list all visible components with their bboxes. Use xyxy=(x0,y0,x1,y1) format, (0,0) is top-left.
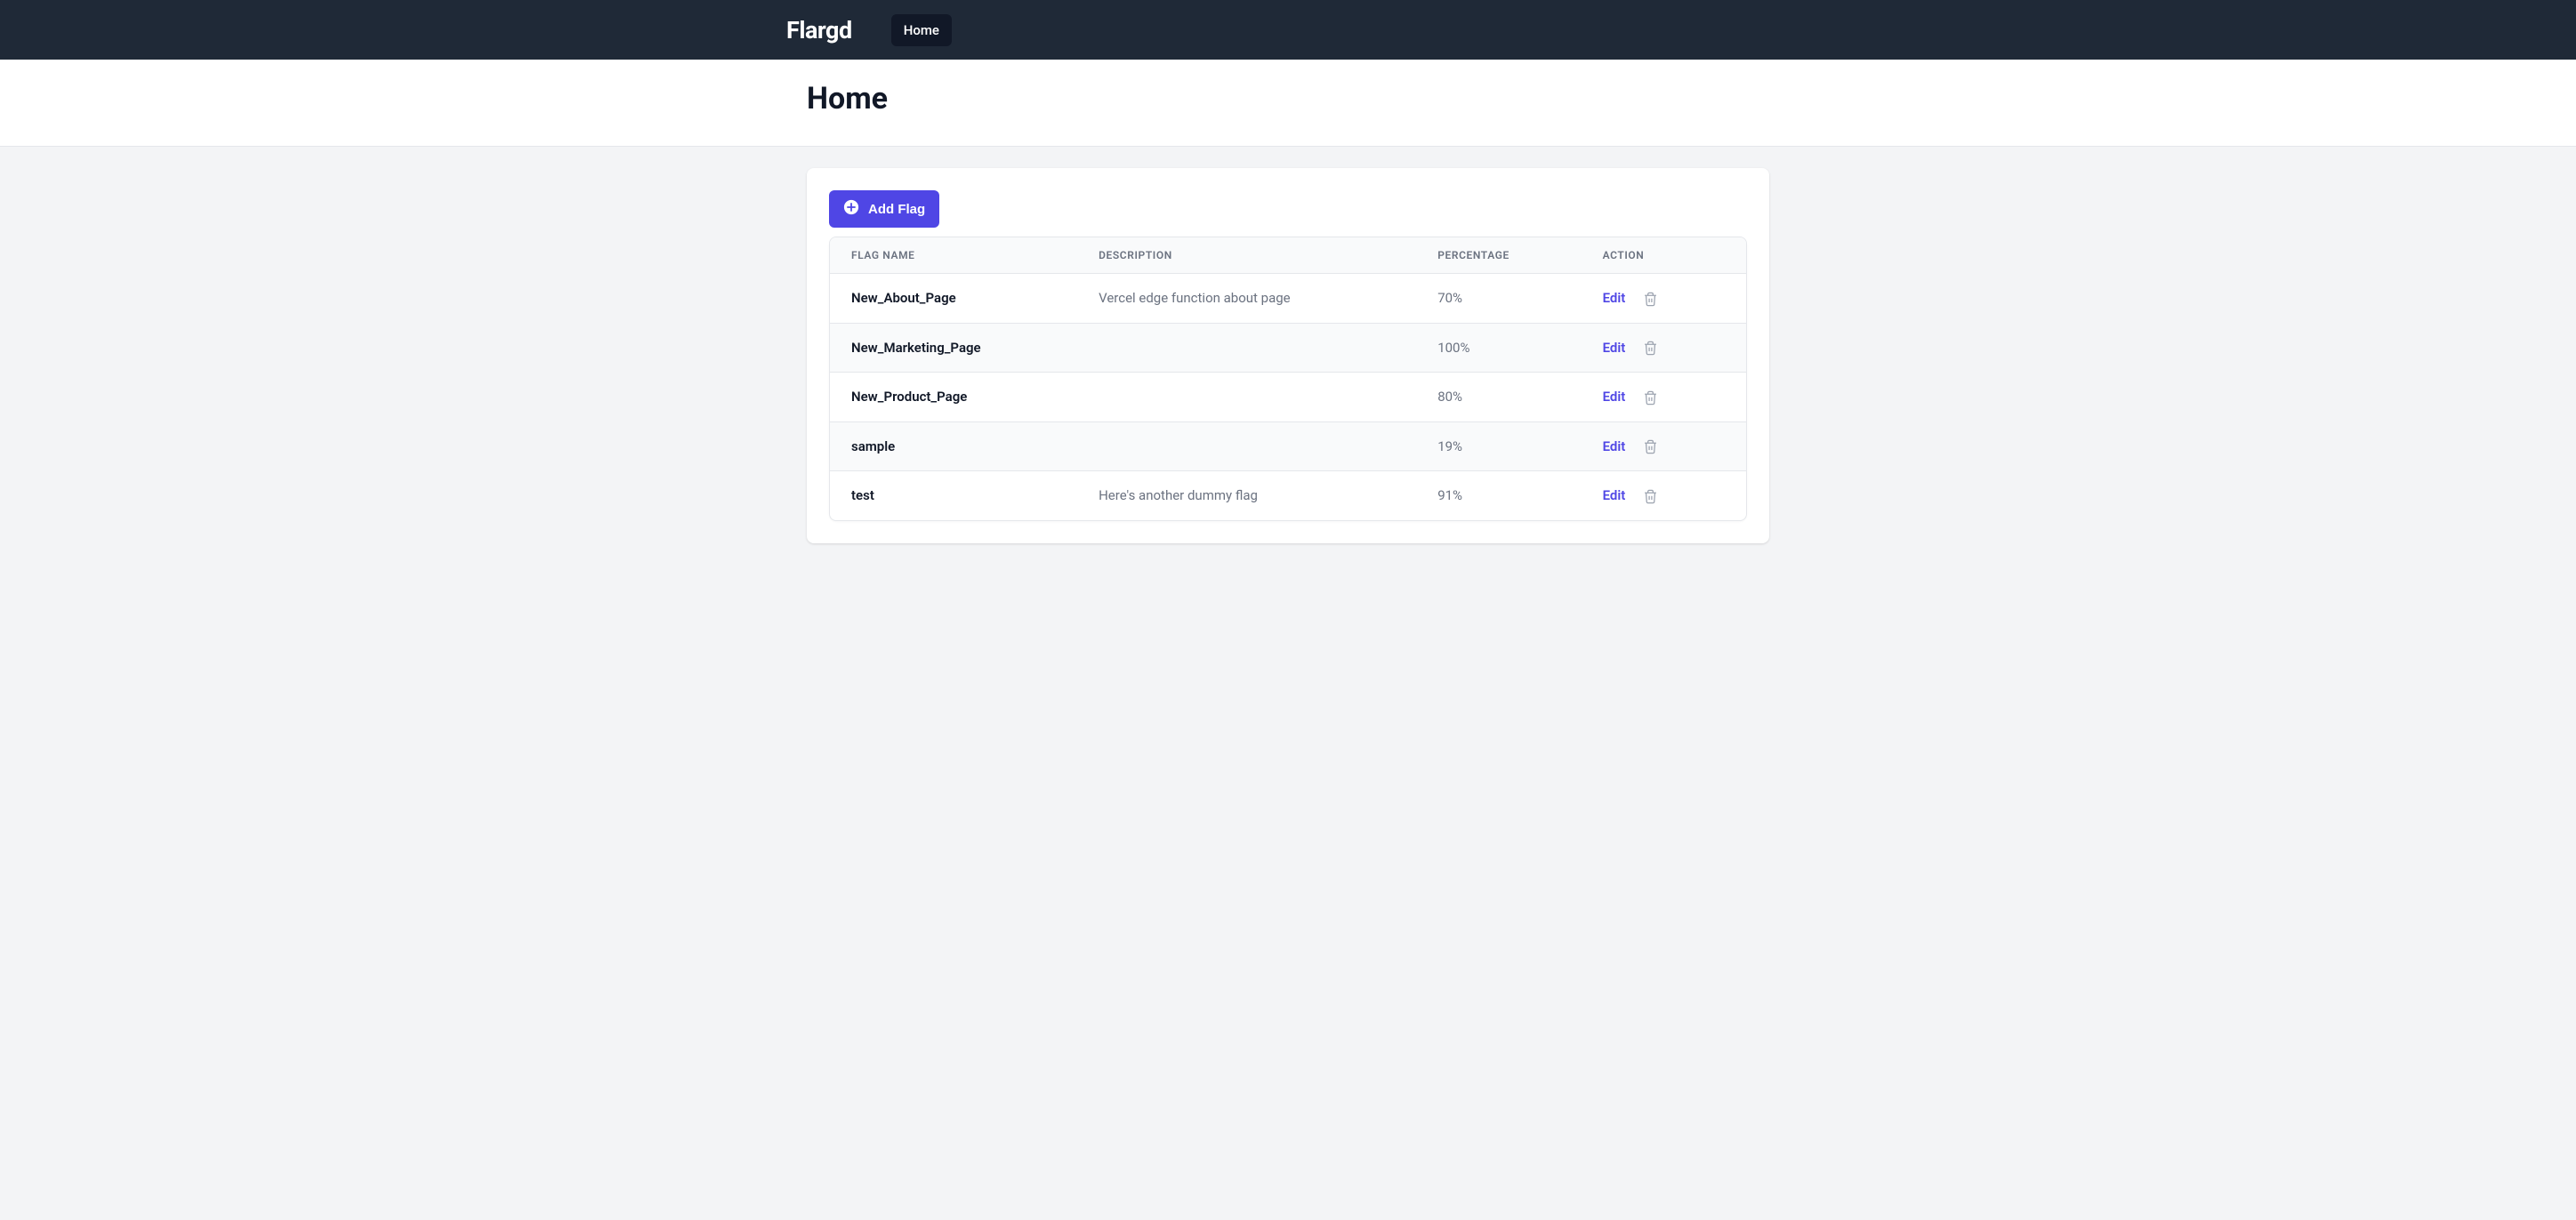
edit-link[interactable]: Edit xyxy=(1603,340,1626,356)
cell-action: Edit xyxy=(1582,274,1746,324)
edit-link[interactable]: Edit xyxy=(1603,487,1626,503)
table-header-row: Flag Name Description Percentage Action xyxy=(830,237,1746,274)
trash-icon[interactable] xyxy=(1643,390,1658,405)
trash-icon[interactable] xyxy=(1643,439,1658,454)
cell-flag-name: New_About_Page xyxy=(830,274,1077,324)
cell-flag-name: New_Marketing_Page xyxy=(830,323,1077,373)
col-header-description: Description xyxy=(1077,237,1416,274)
cell-description: Vercel edge function about page xyxy=(1077,274,1416,324)
plus-circle-icon xyxy=(843,199,859,219)
flags-card: Add Flag Flag Name Description xyxy=(807,168,1769,543)
page-title: Home xyxy=(807,81,1875,116)
trash-icon[interactable] xyxy=(1643,489,1658,504)
cell-description xyxy=(1077,323,1416,373)
edit-link[interactable]: Edit xyxy=(1603,290,1626,306)
navbar: Flargd Home xyxy=(0,0,2576,60)
col-header-action: Action xyxy=(1582,237,1746,274)
cell-percentage: 91% xyxy=(1416,471,1581,520)
table-row: testHere's another dummy flag91% Edit xyxy=(830,471,1746,520)
table-row: New_Product_Page 80% Edit xyxy=(830,373,1746,422)
table-row: New_Marketing_Page 100% Edit xyxy=(830,323,1746,373)
cell-action: Edit xyxy=(1582,471,1746,520)
cell-action: Edit xyxy=(1582,323,1746,373)
flags-table: Flag Name Description Percentage Action … xyxy=(830,237,1746,520)
trash-icon[interactable] xyxy=(1643,292,1658,307)
cell-percentage: 80% xyxy=(1416,373,1581,422)
table-row: sample 19% Edit xyxy=(830,421,1746,471)
edit-link[interactable]: Edit xyxy=(1603,438,1626,454)
cell-percentage: 100% xyxy=(1416,323,1581,373)
cell-flag-name: New_Product_Page xyxy=(830,373,1077,422)
edit-link[interactable]: Edit xyxy=(1603,389,1626,405)
cell-action: Edit xyxy=(1582,421,1746,471)
cell-description: Here's another dummy flag xyxy=(1077,471,1416,520)
cell-description xyxy=(1077,421,1416,471)
col-header-percentage: Percentage xyxy=(1416,237,1581,274)
page-header: Home xyxy=(0,60,2576,147)
brand-logo[interactable]: Flargd xyxy=(786,16,852,44)
trash-icon[interactable] xyxy=(1643,341,1658,356)
cell-flag-name: sample xyxy=(830,421,1077,471)
add-flag-button[interactable]: Add Flag xyxy=(829,190,939,228)
col-header-flag-name: Flag Name xyxy=(830,237,1077,274)
cell-description xyxy=(1077,373,1416,422)
cell-flag-name: test xyxy=(830,471,1077,520)
cell-percentage: 70% xyxy=(1416,274,1581,324)
add-flag-label: Add Flag xyxy=(868,202,925,217)
cell-percentage: 19% xyxy=(1416,421,1581,471)
cell-action: Edit xyxy=(1582,373,1746,422)
nav-home-link[interactable]: Home xyxy=(891,14,952,46)
table-row: New_About_PageVercel edge function about… xyxy=(830,274,1746,324)
